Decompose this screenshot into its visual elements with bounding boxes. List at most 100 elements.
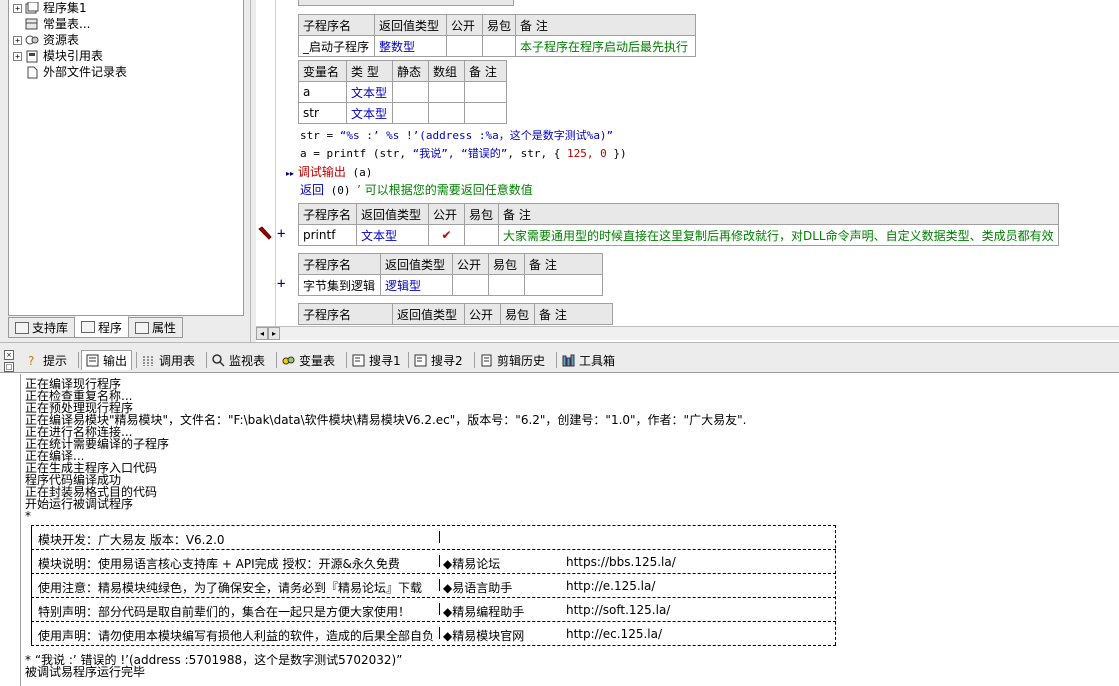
code-line-4[interactable]: 返回 (0) ’ 可以根据您的需要返回任意数值: [300, 181, 533, 198]
pin-panel-icon[interactable]: □: [4, 362, 14, 372]
static-flag[interactable]: [392, 102, 429, 124]
variable-name[interactable]: str: [298, 102, 347, 124]
tab-clip-history[interactable]: 剪辑历史: [480, 350, 545, 370]
link-url[interactable]: https://bbs.125.la/: [566, 555, 676, 569]
tree-item-external-files[interactable]: 外部文件记录表: [13, 64, 127, 80]
variable-name[interactable]: a: [298, 81, 347, 103]
expand-icon[interactable]: +: [13, 3, 22, 13]
header-cell: 子程序名: [298, 14, 375, 36]
resource-icon: [25, 34, 39, 47]
tab-label: 剪辑历史: [497, 353, 546, 368]
public-flag[interactable]: [452, 274, 489, 296]
file-icon: [25, 66, 39, 79]
watch-icon: [212, 353, 225, 367]
tree-item-resources[interactable]: + 资源表: [13, 32, 79, 48]
expand-plus-icon[interactable]: +: [277, 276, 285, 292]
return-type[interactable]: 文本型: [356, 224, 429, 246]
code-editor[interactable]: 子程序名 返回值类型 公开 易包 备 注 _启动子程序 整数型 本子程序在程序启…: [256, 0, 1119, 326]
tree-item-constants[interactable]: 常量表...: [13, 16, 90, 32]
header-cell: 公开: [428, 203, 465, 225]
remark[interactable]: 大家需要通用型的时候直接在这里复制后再修改就行，对DLL命令声明、自定义数据类型…: [498, 224, 1059, 246]
command-name: 返回: [300, 183, 325, 197]
tab-search2[interactable]: 搜寻2: [414, 350, 463, 370]
scroll-right-icon[interactable]: ▸: [268, 327, 280, 340]
code-line-3[interactable]: ▸▸ 调试输出 (a): [286, 163, 372, 180]
search1-icon: [352, 354, 365, 367]
tab-label: 调用表: [159, 353, 196, 368]
left-panel-tabs: 支持库 程序 属性: [8, 316, 184, 339]
tab-program[interactable]: 程序: [74, 316, 130, 338]
tab-search1[interactable]: 搜寻1: [352, 350, 401, 370]
array-flag[interactable]: [428, 102, 465, 124]
close-panel-icon[interactable]: ×: [4, 350, 14, 360]
subroutine-name[interactable]: _启动子程序: [298, 35, 375, 57]
search2-icon: [414, 354, 427, 367]
code-line-1[interactable]: str = “%s :’ %s !’(address :%a，这个是数字测试%a…: [300, 127, 613, 143]
return-type[interactable]: 逻辑型: [380, 274, 453, 296]
hint-icon: ?: [26, 354, 39, 368]
subroutine-table-next: 子程序名 返回值类型 公开 易包 备 注: [298, 303, 613, 325]
link-url[interactable]: http://ec.125.la/: [566, 627, 662, 641]
subroutine-name[interactable]: 字节集到逻辑: [298, 274, 381, 296]
tab-watch[interactable]: 监视表: [212, 350, 265, 370]
project-tree[interactable]: + 程序集1 常量表... + 资源表 + 模块引用表 外部文件记录表: [8, 0, 244, 316]
header-cell: 备 注: [464, 60, 507, 82]
subroutine-name[interactable]: printf: [298, 224, 357, 246]
tab-output[interactable]: 输出: [81, 350, 133, 370]
info-disclaimer: 使用声明：请勿使用本模块编写有损他人利益的软件，造成的后果全部自负: [38, 629, 435, 643]
subroutine-table-startup: 子程序名 返回值类型 公开 易包 备 注 _启动子程序 整数型 本子程序在程序启…: [298, 14, 697, 57]
package-flag[interactable]: [481, 35, 517, 57]
header-cell: 返回值类型: [374, 14, 447, 36]
output-log[interactable]: 正在编译现行程序 正在检查重复名称... 正在预处理现行程序 正在编译易模块"精…: [20, 374, 1119, 686]
program-icon: [81, 321, 96, 333]
expand-plus-icon[interactable]: +: [277, 226, 285, 242]
scroll-left-icon[interactable]: ◂: [256, 327, 268, 340]
tab-hint[interactable]: ? 提示: [26, 350, 67, 370]
tree-item-module-refs[interactable]: + 模块引用表: [13, 48, 103, 64]
remark[interactable]: [524, 274, 603, 296]
return-type[interactable]: 整数型: [374, 35, 447, 57]
editor-gutter: [256, 0, 276, 326]
public-check-icon[interactable]: ✔: [428, 224, 465, 246]
code-text: (a): [345, 166, 373, 179]
tab-variables[interactable]: 变量表: [282, 350, 335, 370]
package-flag[interactable]: [464, 224, 499, 246]
tab-library[interactable]: 支持库: [8, 317, 76, 338]
tree-item-assembly[interactable]: + 程序集1: [13, 0, 87, 16]
expand-icon[interactable]: +: [13, 51, 22, 61]
header-cell: 备 注: [524, 253, 603, 275]
tab-property[interactable]: 属性: [128, 317, 184, 338]
header-cell: 公开: [452, 253, 489, 275]
link-label: ◆精易编程助手: [443, 605, 525, 619]
tab-label: 支持库: [32, 321, 69, 335]
tab-label: 程序: [98, 320, 123, 335]
tree-item-label: 资源表: [43, 33, 80, 47]
variable-type[interactable]: 文本型: [346, 81, 393, 103]
editor-horizontal-scrollbar[interactable]: ◂ ▸: [256, 326, 1119, 340]
expand-icon[interactable]: +: [13, 35, 22, 45]
string-literal: “%s :’ %s !’(address :%a，这个是数字测试%a)”: [339, 129, 614, 142]
tab-toolbox[interactable]: 工具箱: [562, 350, 615, 370]
tab-callstack[interactable]: 调用表: [142, 350, 195, 370]
code-line-2[interactable]: a = printf (str, “我说”, “错误的”, str, { 125…: [300, 145, 627, 161]
code-comment: ’ 可以根据您的需要返回任意数值: [357, 183, 533, 197]
remark[interactable]: [464, 81, 507, 103]
remark[interactable]: 本子程序在程序启动后最先执行: [515, 35, 697, 57]
static-flag[interactable]: [392, 81, 429, 103]
tab-label: 提示: [43, 353, 68, 368]
header-cell: 数组: [428, 60, 465, 82]
link-url[interactable]: http://e.125.la/: [566, 579, 655, 593]
array-flag[interactable]: [428, 81, 465, 103]
link-url[interactable]: http://soft.125.la/: [566, 603, 670, 617]
header-cell: 易包: [481, 14, 517, 36]
info-notice: 使用注意：精易模块纯绿色，为了确保安全，请务必到『精易论坛』下载: [38, 581, 423, 595]
header-cell: 返回值类型: [380, 253, 453, 275]
link-label: ◆精易模块官网: [443, 629, 525, 643]
property-icon: [135, 321, 150, 334]
remark[interactable]: [464, 102, 507, 124]
package-flag[interactable]: [488, 274, 525, 296]
variable-type[interactable]: 文本型: [346, 102, 393, 124]
tab-label: 属性: [152, 321, 177, 335]
public-flag[interactable]: [446, 35, 483, 57]
subroutine-table-bytes-to-bool: 子程序名 返回值类型 公开 易包 备 注 字节集到逻辑 逻辑型: [298, 253, 603, 296]
